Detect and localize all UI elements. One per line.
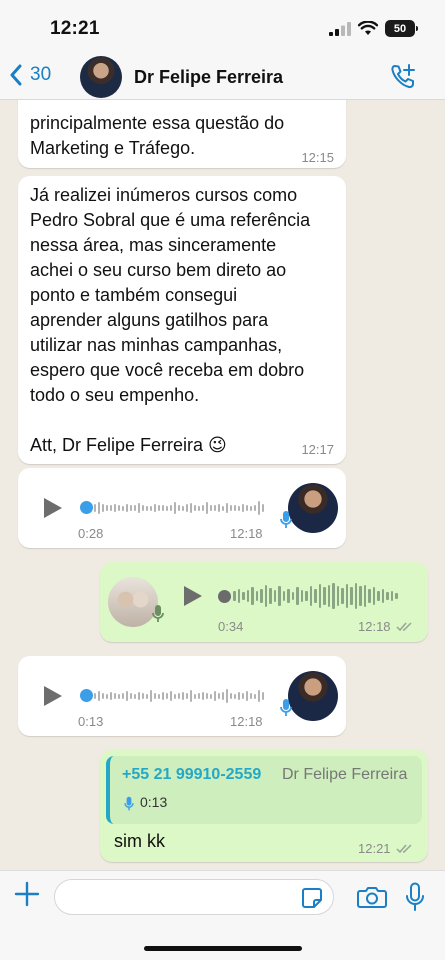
input-bar (0, 870, 445, 960)
battery-icon: 50 (385, 20, 418, 37)
incoming-message[interactable]: principalmente essa questão do Marketing… (18, 100, 346, 168)
incoming-voice-message[interactable]: 0:13 12:18 (18, 656, 346, 736)
playback-position[interactable] (80, 689, 93, 702)
playback-position[interactable] (218, 590, 231, 603)
waveform[interactable] (94, 681, 264, 711)
mic-icon[interactable] (405, 882, 425, 912)
quoted-message[interactable]: +55 21 99910-2559 Dr Felipe Ferreira 0:1… (106, 756, 422, 824)
double-check-icon (396, 844, 412, 854)
message-input[interactable] (54, 879, 334, 915)
status-time: 12:21 (50, 18, 100, 39)
quoted-sender-phone: +55 21 99910-2559 (122, 766, 262, 783)
sticker-icon[interactable] (301, 887, 323, 909)
status-bar: 12:21 50 (0, 0, 445, 56)
message-text: principalmente essa questão do Marketing… (30, 113, 285, 158)
battery-level: 50 (393, 22, 407, 35)
mic-icon (152, 605, 164, 622)
play-icon[interactable] (44, 498, 62, 518)
message-time: 12:15 (301, 150, 334, 165)
message-text: sim kk (114, 831, 165, 851)
message-time: 12:18 (230, 714, 263, 729)
waveform[interactable] (233, 581, 398, 611)
plus-icon[interactable] (14, 881, 40, 907)
voice-duration: 0:13 (78, 714, 104, 729)
chat-area[interactable]: principalmente essa questão do Marketing… (0, 100, 445, 870)
add-call-icon[interactable] (389, 63, 417, 91)
home-indicator (144, 946, 302, 951)
waveform[interactable] (94, 493, 264, 523)
message-time: 12:18 (358, 619, 391, 634)
camera-icon[interactable] (357, 885, 387, 909)
unread-count: 30 (30, 64, 52, 85)
chevron-left-icon (10, 64, 22, 86)
incoming-voice-message[interactable]: 0:28 12:18 (18, 468, 346, 548)
quoted-sender-name: Dr Felipe Ferreira (282, 766, 408, 783)
sender-avatar (108, 577, 158, 627)
voice-duration: 0:28 (78, 526, 104, 541)
contact-avatar[interactable] (80, 56, 122, 98)
signal-icon (329, 21, 351, 36)
double-check-icon (396, 622, 412, 632)
message-time: 12:21 (358, 841, 391, 856)
playback-position[interactable] (80, 501, 93, 514)
message-time: 12:17 (301, 442, 334, 457)
play-icon[interactable] (184, 586, 202, 606)
quoted-duration: 0:13 (140, 794, 168, 810)
message-text: Já realizei inúmeros cursos como Pedro S… (30, 185, 311, 455)
message-time: 12:18 (230, 526, 263, 541)
wifi-icon (358, 21, 378, 35)
sender-avatar (288, 483, 338, 533)
sender-avatar (288, 671, 338, 721)
play-icon[interactable] (44, 686, 62, 706)
outgoing-reply-message[interactable]: +55 21 99910-2559 Dr Felipe Ferreira 0:1… (100, 750, 428, 862)
status-icons: 50 (329, 20, 418, 37)
contact-name[interactable]: Dr Felipe Ferreira (134, 67, 283, 88)
outgoing-voice-message[interactable]: 0:34 12:18 (100, 562, 428, 642)
chat-header: 30 Dr Felipe Ferreira (0, 56, 445, 100)
mic-icon (124, 796, 134, 811)
mic-icon (280, 699, 292, 716)
incoming-message[interactable]: Já realizei inúmeros cursos como Pedro S… (18, 176, 346, 464)
back-button[interactable]: 30 (10, 64, 51, 86)
mic-icon (280, 511, 292, 528)
voice-duration: 0:34 (218, 619, 244, 634)
